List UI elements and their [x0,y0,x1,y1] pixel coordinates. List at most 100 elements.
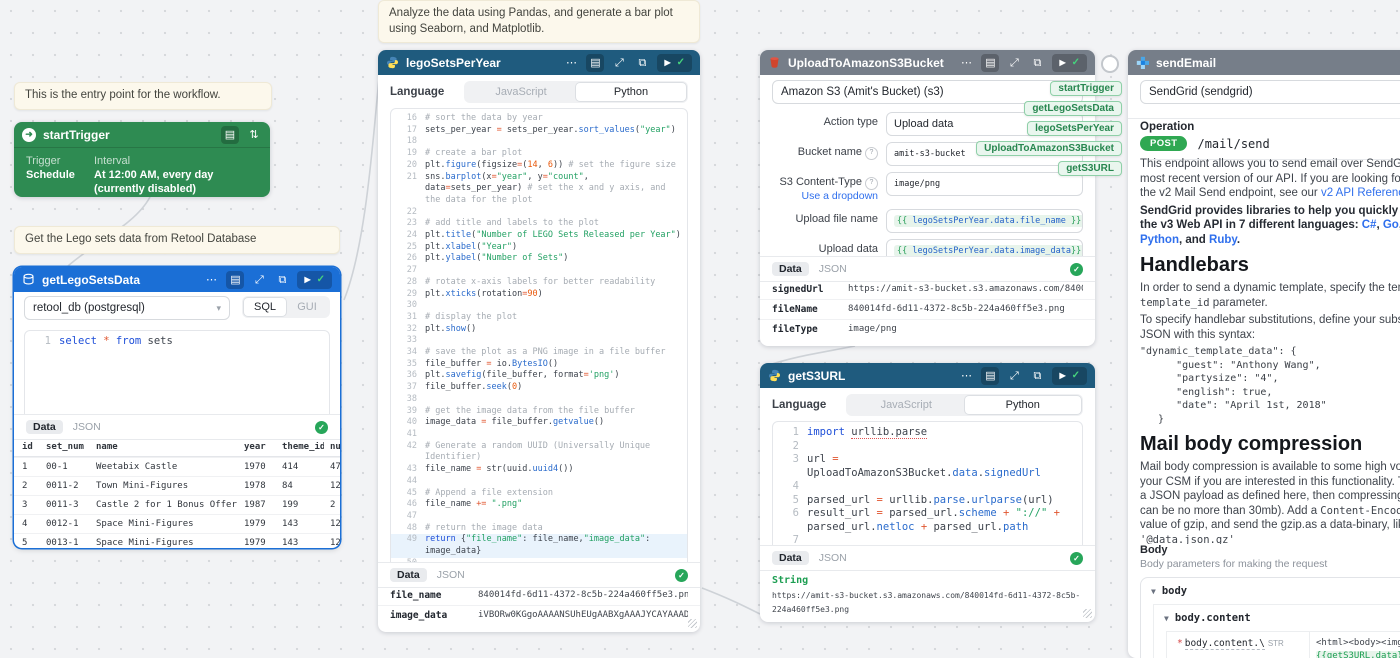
copy-output-button[interactable]: ⧉ [274,271,290,289]
code-line[interactable]: 1import urllib.parse [773,426,1082,440]
code-line[interactable]: 24plt.title("Number of LEGO Sets Release… [391,230,687,242]
sql-gui-toggle[interactable]: SQL GUI [242,296,330,318]
code-line[interactable]: 27 [391,265,687,277]
block-chip[interactable]: UploadToAmazonS3Bucket [976,141,1122,156]
code-line[interactable]: 5parsed_url = urllib.parse.urlparse(url) [773,494,1082,508]
python-editor[interactable]: 1import urllib.parse2 3url = UploadToAma… [772,421,1083,555]
connector-handle[interactable] [1102,56,1118,72]
resize-handle[interactable] [1083,609,1092,618]
tree-node-body-content[interactable]: ▼ body.content [1154,605,1400,631]
code-line[interactable]: 49return {"file_name": file_name,"image_… [391,534,687,557]
field-name[interactable]: body.content.\ [1185,638,1265,650]
tab-sql[interactable]: SQL [244,298,286,316]
code-line[interactable]: 30 [391,300,687,312]
tab-javascript[interactable]: JavaScript [848,396,965,414]
code-line[interactable]: 29plt.xticks(rotation=90) [391,289,687,301]
code-line[interactable]: 37file_buffer.seek(0) [391,382,687,394]
code-line[interactable]: 23# add title and labels to the plot [391,218,687,230]
block-start-trigger[interactable]: ➜ startTrigger ▤ ⇅ Trigger Interval Sche… [14,122,270,197]
sql-editor[interactable]: 1select * from sets [24,330,330,422]
run-button[interactable]: ▶ ✓ [297,271,332,289]
language-toggle[interactable]: JavaScript Python [846,394,1083,416]
resource-select[interactable]: SendGrid (sendgrid) ▾ [1140,80,1400,104]
code-line[interactable]: 28# rotate x-axis labels for better read… [391,277,687,289]
comment-entry-point[interactable]: This is the entry point for the workflow… [14,82,272,110]
get-s3-url-header[interactable]: getS3URL ⋯ ▤ ⤢ ⧉ ▶ ✓ [760,363,1095,388]
python-editor[interactable]: 16# sort the data by year17sets_per_year… [390,108,688,568]
workflow-canvas[interactable]: { "icons":{"more":"⋯","note":"▤","collap… [0,0,1400,658]
start-trigger-header[interactable]: ➜ startTrigger ▤ ⇅ [14,122,270,147]
block-lego-sets-per-year[interactable]: legoSetsPerYear ⋯ ▤ ⤢ ⧉ ▶ ✓ Language Jav… [378,50,700,632]
run-button[interactable]: ▶ ✓ [657,54,692,72]
tab-python[interactable]: Python [965,396,1082,414]
use-dropdown-link[interactable]: Use a dropdown [772,190,878,203]
doc-link[interactable]: Python [1140,234,1179,246]
run-button[interactable]: ▶ ✓ [1052,367,1087,385]
upload-file-name-input[interactable]: {{ legoSetsPerYear.data.file_name }} [886,209,1083,233]
results-table[interactable]: idset_numnameyeartheme_idnum_p100-1Weeta… [14,438,340,548]
tab-json[interactable]: JSON [73,421,101,433]
more-button[interactable]: ⋯ [958,367,974,385]
code-line[interactable]: 35file_buffer = io.BytesIO() [391,359,687,371]
doc-link[interactable]: Ruby [1209,234,1237,246]
code-line[interactable]: 42# Generate a random UUID (Universally … [391,441,687,464]
code-line[interactable]: 26plt.ylabel("Number of Sets") [391,253,687,265]
lego-per-year-header[interactable]: legoSetsPerYear ⋯ ▤ ⤢ ⧉ ▶ ✓ [378,50,700,75]
run-button[interactable]: ▶ ✓ [1052,54,1087,72]
field-value[interactable]: <html><body><img src="{{getS3URL.data}}"… [1309,632,1400,658]
tab-python[interactable]: Python [576,83,686,101]
collapse-button[interactable]: ⤢ [611,54,627,72]
code-line[interactable]: 40image_data = file_buffer.getvalue() [391,417,687,429]
resize-handle[interactable] [688,619,697,628]
code-line[interactable]: 36plt.savefig(file_buffer, format='png') [391,370,687,382]
code-line[interactable]: 2 [773,440,1082,454]
get-lego-header[interactable]: getLegoSetsData ⋯ ▤ ⤢ ⧉ ▶ ✓ [14,267,340,292]
code-line[interactable]: 31# display the plot [391,312,687,324]
code-line[interactable]: 43file_name = str(uuid.uuid4()) [391,464,687,476]
code-line[interactable]: 4 [773,480,1082,494]
doc-link[interactable]: C# [1362,219,1377,231]
copy-output-button[interactable]: ⧉ [634,54,650,72]
tab-data[interactable]: Data [26,420,63,434]
block-get-s3-url[interactable]: getS3URL ⋯ ▤ ⤢ ⧉ ▶ ✓ Language JavaScript… [760,363,1095,622]
help-icon[interactable]: ? [865,177,878,190]
note-button[interactable]: ▤ [981,54,999,72]
code-line[interactable]: 18 [391,136,687,148]
collapse-button[interactable]: ⤢ [1006,367,1022,385]
note-button[interactable]: ▤ [981,367,999,385]
code-line[interactable]: 45# Append a file extension [391,488,687,500]
block-chip[interactable]: getS3URL [1058,161,1122,176]
tab-javascript[interactable]: JavaScript [466,83,576,101]
more-button[interactable]: ⋯ [203,271,219,289]
resource-select[interactable]: retool_db (postgresql) ▾ [24,296,230,320]
code-line[interactable]: 38 [391,394,687,406]
code-line[interactable]: 46file_name += ".png" [391,499,687,511]
note-button[interactable]: ▤ [586,54,604,72]
copy-output-button[interactable]: ⧉ [1029,54,1045,72]
table-row[interactable]: 100-1Weetabix Castle1970414471 [14,457,340,476]
code-line[interactable]: 39# get the image data from the file buf… [391,406,687,418]
block-chip[interactable]: getLegoSetsData [1024,101,1122,116]
code-line[interactable]: 25plt.xlabel("Year") [391,242,687,254]
doc-link[interactable]: v2 API Reference [1321,187,1400,199]
help-icon[interactable]: ? [865,147,878,160]
block-send-email[interactable]: sendEmail ⋯ ▤ ⤢ SendGrid (sendgrid) ▾ Op… [1128,50,1400,658]
comment-get-lego-data[interactable]: Get the Lego sets data from Retool Datab… [14,226,340,254]
upload-s3-header[interactable]: UploadToAmazonS3Bucket ⋯ ▤ ⤢ ⧉ ▶ ✓ [760,50,1095,75]
table-row[interactable]: 50013-1Space Mini-Figures197914312 [14,533,340,548]
tab-data[interactable]: Data [772,551,809,565]
tree-field-row[interactable]: *body.content.\STR <html><body><img src=… [1166,631,1400,658]
code-line[interactable]: 17sets_per_year = sets_per_year.sort_val… [391,125,687,137]
code-line[interactable]: 19# create a bar plot [391,148,687,160]
send-email-header[interactable]: sendEmail ⋯ ▤ ⤢ [1128,50,1400,75]
block-chip[interactable]: legoSetsPerYear [1027,121,1122,136]
collapse-button[interactable]: ⤢ [1006,54,1022,72]
code-line[interactable]: 3url = UploadToAmazonS3Bucket.data.signe… [773,453,1082,480]
code-line[interactable]: 44 [391,476,687,488]
tab-data[interactable]: Data [390,568,427,582]
code-line[interactable]: 20plt.figure(figsize=(14, 6)) # set the … [391,160,687,172]
code-line[interactable]: 34# save the plot as a PNG image in a fi… [391,347,687,359]
code-line[interactable]: 6result_url = parsed_url.scheme + "://" … [773,507,1082,534]
tree-node-body[interactable]: ▼ body [1141,578,1400,604]
code-line[interactable]: 33 [391,335,687,347]
